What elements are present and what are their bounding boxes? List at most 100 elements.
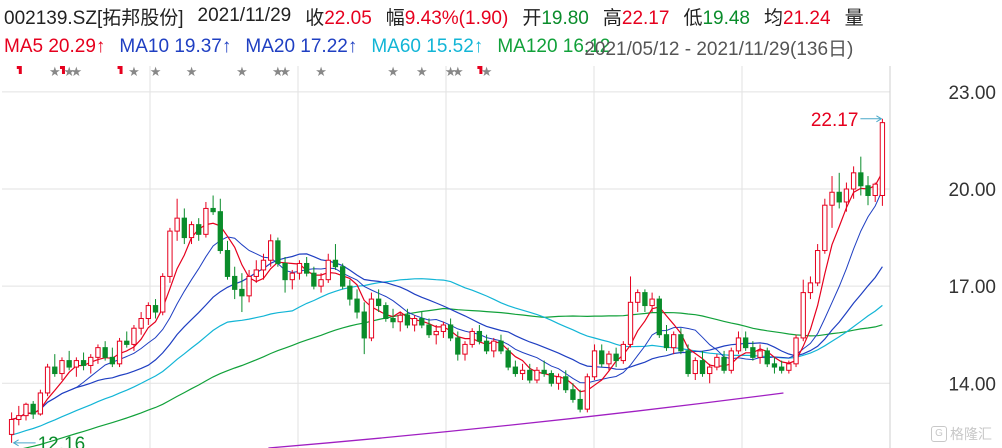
candle-down xyxy=(224,250,231,277)
y-tick-label: 23.00 xyxy=(948,83,996,104)
avg-label: 均 xyxy=(764,7,784,29)
candle-up xyxy=(879,122,886,196)
candle-down xyxy=(339,266,346,287)
candle-down xyxy=(390,318,396,323)
ma20-legend: MA20 17.22↑ xyxy=(245,36,358,57)
candle-up xyxy=(635,292,641,303)
candle-up xyxy=(44,366,51,394)
candle-down xyxy=(699,360,706,375)
candle-up xyxy=(519,369,526,375)
star-marker: ★ xyxy=(279,65,291,80)
candle-up xyxy=(469,330,475,345)
candle-down xyxy=(102,347,108,358)
chart-grid xyxy=(2,66,891,448)
candle-down xyxy=(52,366,58,375)
quote-header: 002139.SZ[拓邦股份] 2021/11/29 收22.05 幅9.43%… xyxy=(0,0,1002,32)
candle-up xyxy=(289,272,295,281)
candle-up xyxy=(728,350,734,371)
candle-down xyxy=(476,330,483,342)
candle-up xyxy=(59,360,65,375)
candle-down xyxy=(778,366,785,371)
candle-down xyxy=(354,298,360,313)
candle-up xyxy=(167,230,173,277)
candle-down xyxy=(771,363,778,368)
candle-up xyxy=(368,298,375,339)
change-value: 9.43%(1.90) xyxy=(404,7,509,29)
candle-down xyxy=(656,298,662,336)
candle-up xyxy=(793,337,799,365)
candle-down xyxy=(109,356,116,365)
candle-up xyxy=(707,366,713,375)
candle-down xyxy=(483,340,490,352)
candle-down xyxy=(548,373,555,384)
candle-down xyxy=(152,305,159,313)
star-marker: ★ xyxy=(481,65,493,80)
candle-up xyxy=(735,337,742,352)
candle-up xyxy=(627,301,634,345)
ma10-line xyxy=(11,189,883,420)
watermark: G 格隆汇 xyxy=(931,424,992,444)
low-label: 低 xyxy=(683,7,703,29)
candle-down xyxy=(577,398,583,410)
candle-up xyxy=(253,269,259,277)
candle-up xyxy=(606,353,612,365)
candle-up xyxy=(814,250,821,284)
ma5-legend: MA5 20.29↑ xyxy=(4,36,106,57)
star-marker: ★ xyxy=(71,65,83,80)
candle-down xyxy=(282,262,288,281)
stock-code[interactable]: 002139.SZ[拓邦股份] xyxy=(4,3,184,30)
candle-up xyxy=(433,330,439,336)
candle-up xyxy=(203,207,209,235)
candle-up xyxy=(829,191,835,206)
candle-down xyxy=(332,259,339,268)
ma10-legend: MA10 19.37↑ xyxy=(119,36,232,57)
candle-up xyxy=(8,419,15,435)
candle-up xyxy=(296,262,303,274)
candle-down xyxy=(663,334,670,349)
candle-up xyxy=(268,240,274,261)
candle-up xyxy=(757,350,763,358)
candle-down xyxy=(404,314,411,326)
watermark-text: 格隆汇 xyxy=(950,426,992,442)
candle-down xyxy=(743,337,749,349)
candle-up xyxy=(260,259,267,271)
candle-up xyxy=(37,392,44,415)
candle-down xyxy=(563,376,569,391)
date-range-label: 2021/05/12 - 2021/11/29(136日) xyxy=(584,38,854,60)
candle-down xyxy=(311,272,317,287)
candle-down xyxy=(181,217,187,239)
candle-down xyxy=(239,288,245,297)
candle-down xyxy=(455,337,461,355)
candle-up xyxy=(246,275,252,297)
candle-down xyxy=(124,340,130,345)
candle-up xyxy=(138,318,144,329)
candle-up xyxy=(872,183,878,196)
star-marker: ★ xyxy=(236,65,248,80)
candle-down xyxy=(527,369,533,381)
candle-up xyxy=(145,305,151,320)
min-price-label: 12.16 xyxy=(38,434,86,448)
candle-down xyxy=(447,324,454,339)
candle-down xyxy=(505,350,511,368)
y-tick-label: 20.00 xyxy=(948,180,996,201)
candle-up xyxy=(95,347,101,358)
candle-up xyxy=(491,340,497,352)
star-marker: ★ xyxy=(128,65,140,80)
watermark-logo-icon: G xyxy=(931,426,947,442)
star-marker: ★ xyxy=(49,65,61,80)
candle-up xyxy=(23,403,29,417)
ma60-legend: MA60 15.52↑ xyxy=(371,36,484,57)
quote-date: 2021/11/29 xyxy=(197,5,292,26)
candle-up xyxy=(692,360,698,375)
candle-up xyxy=(534,369,540,381)
candle-up xyxy=(411,318,418,326)
candle-up xyxy=(116,340,123,365)
candlestick-chart[interactable]: ★ ★★ ★ ★ ★ ★ ★★ ★ ★ ★ ★★ ★ 14.0017.0020.0023.00 22.… xyxy=(0,62,1002,448)
open-label: 开 xyxy=(522,7,542,29)
low-value: 19.48 xyxy=(702,7,750,29)
candle-down xyxy=(426,324,432,336)
max-price-label: 22.17 xyxy=(811,110,859,131)
candle-up xyxy=(584,376,590,410)
candle-down xyxy=(375,298,382,307)
candle-up xyxy=(620,343,626,362)
